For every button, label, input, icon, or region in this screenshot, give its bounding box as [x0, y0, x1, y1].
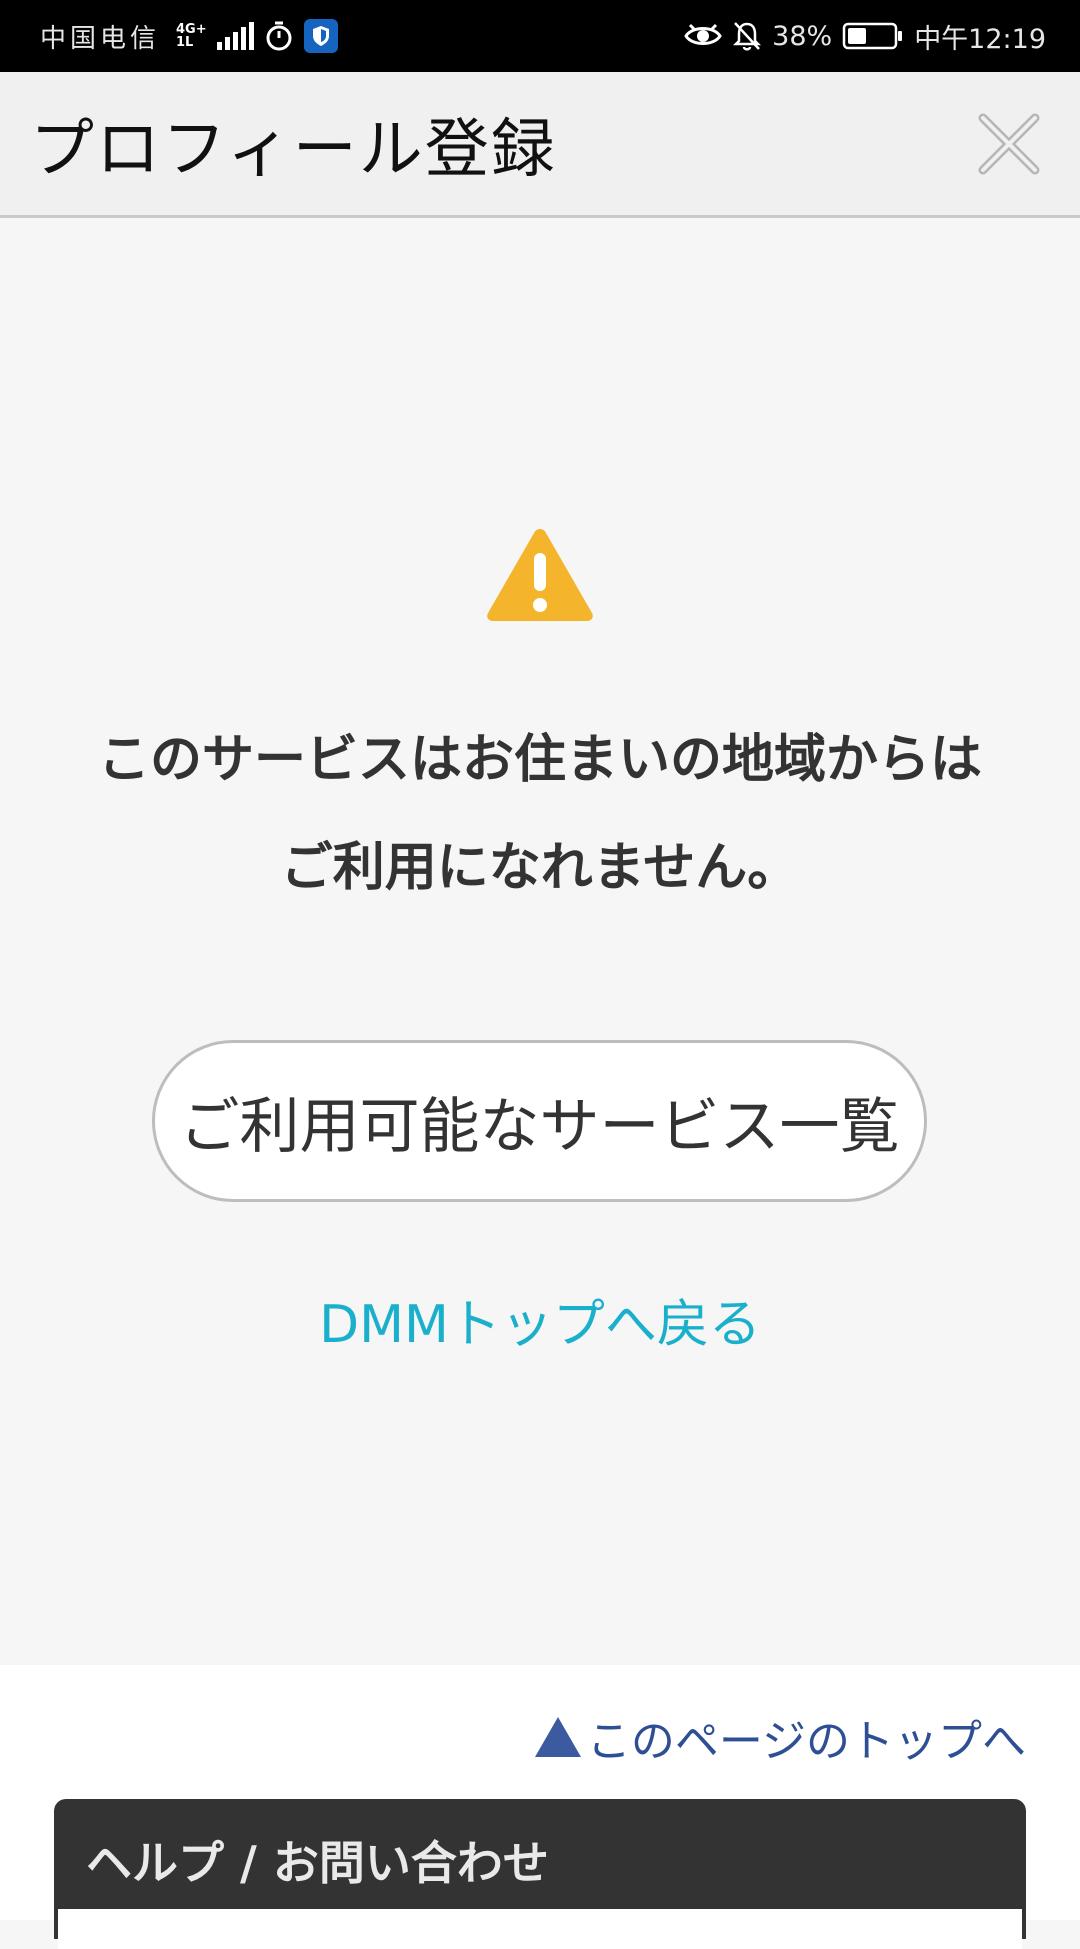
dmm-top-link[interactable]: DMMトップへ戻る	[0, 1282, 1080, 1357]
help-panel: ヘルプ / お問い合わせ	[54, 1799, 1026, 1949]
battery-icon	[842, 21, 904, 51]
warning-icon	[487, 529, 593, 621]
bell-off-icon	[732, 20, 762, 52]
signal-icon	[216, 22, 254, 50]
page-title: プロフィール登録	[30, 112, 557, 187]
network-type: 4G+ 1L	[176, 23, 207, 49]
status-bar: 中国电信 4G+ 1L 38% 中午12:19	[0, 0, 1080, 72]
main-content: このサービスはお住まいの地域からは ご利用になれません。 ご利用可能なサービス一…	[0, 218, 1080, 1665]
page-top-label: このページのトップへ	[586, 1716, 1026, 1767]
timer-icon	[264, 20, 294, 52]
eye-icon	[684, 22, 722, 50]
unavailable-message: このサービスはお住まいの地域からは ご利用になれません。	[40, 706, 1040, 922]
clock: 中午12:19	[914, 23, 1046, 55]
help-title: ヘルプ / お問い合わせ	[86, 1836, 549, 1890]
close-icon	[978, 113, 1040, 174]
up-triangle-icon	[534, 1717, 581, 1757]
message-line-1: このサービスはお住まいの地域からは	[97, 730, 982, 790]
network-type-bottom: 1L	[176, 35, 194, 50]
message-line-2: ご利用になれません。	[280, 838, 800, 898]
page-top-link[interactable]: このページのトップへ	[534, 1705, 1026, 1769]
available-services-button[interactable]: ご利用可能なサービス一覧	[152, 1040, 927, 1202]
footer: このページのトップへ ヘルプ / お問い合わせ	[0, 1665, 1080, 1949]
app-header: プロフィール登録	[0, 72, 1080, 218]
status-left: 中国电信 4G+ 1L	[40, 18, 338, 55]
close-button[interactable]	[974, 109, 1044, 179]
carrier-name: 中国电信	[40, 23, 161, 54]
battery-percent: 38%	[772, 20, 833, 52]
shield-icon	[303, 19, 338, 53]
help-panel-body	[58, 1909, 1022, 1949]
status-right: 38% 中午12:19	[684, 17, 1046, 56]
